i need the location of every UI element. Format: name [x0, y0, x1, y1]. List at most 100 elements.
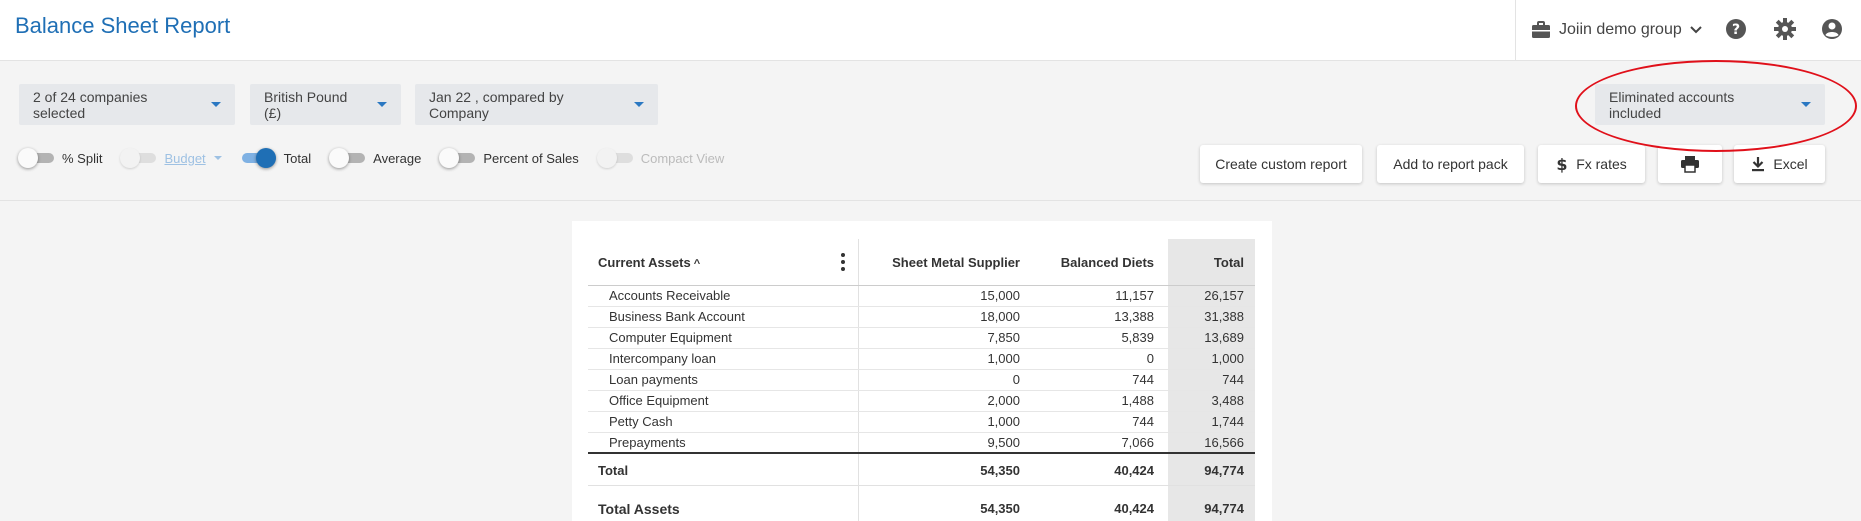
table-row[interactable]: Business Bank Account 18,000 13,388 31,3…: [588, 307, 1255, 328]
cell-value: 7,850: [987, 330, 1020, 345]
cell-value: 744: [1132, 372, 1154, 387]
briefcase-icon: [1532, 21, 1550, 38]
table-row[interactable]: Computer Equipment 7,850 5,839 13,689: [588, 328, 1255, 349]
cell-value: 94,774: [1204, 463, 1244, 478]
switch: [596, 148, 633, 168]
compact-view-label: Compact View: [640, 150, 725, 166]
group-label: Joiin demo group: [1559, 21, 1682, 38]
svg-text:?: ?: [1732, 22, 1740, 38]
budget-toggle[interactable]: Budget: [120, 148, 222, 168]
cell-value: 54,350: [980, 463, 1020, 478]
percent-of-sales-toggle[interactable]: Percent of Sales: [439, 148, 579, 168]
cell-value: 16,566: [1204, 435, 1244, 450]
add-to-report-pack-button[interactable]: Add to report pack: [1377, 145, 1524, 183]
create-custom-report-button[interactable]: Create custom report: [1200, 145, 1362, 183]
cell-value: 18,000: [980, 309, 1020, 324]
column-header: Balanced Diets: [1060, 255, 1154, 270]
cell-value: 1,000: [987, 414, 1020, 429]
split-toggle[interactable]: % Split: [18, 148, 102, 168]
total-row: Total 54,350 40,424 94,774: [588, 456, 1255, 486]
companies-dropdown[interactable]: 2 of 24 companies selected: [19, 84, 235, 125]
caret-down-icon: [1801, 102, 1811, 107]
cell-value: 15,000: [980, 288, 1020, 303]
total-label: Total: [283, 150, 312, 166]
fx-rates-button[interactable]: $ Fx rates: [1538, 145, 1645, 183]
gear-icon[interactable]: [1771, 15, 1799, 43]
table-row[interactable]: Loan payments 0 744 744: [588, 370, 1255, 391]
switch: [240, 148, 276, 168]
eliminated-accounts-dropdown[interactable]: Eliminated accounts included: [1595, 84, 1825, 125]
table-row[interactable]: Office Equipment 2,000 1,488 3,488: [588, 391, 1255, 412]
toggle-bar: % Split Budget Total Average Percent of …: [18, 143, 742, 173]
row-label: Loan payments: [609, 372, 698, 387]
cell-value: 13,388: [1114, 309, 1154, 324]
average-label: Average: [373, 150, 422, 166]
cell-value: 0: [1012, 372, 1020, 387]
cell-value: 1,744: [1211, 414, 1244, 429]
cell-value: 54,350: [980, 501, 1020, 516]
caret-down-icon: [211, 102, 221, 107]
caret-down-icon: [377, 102, 387, 107]
table-row[interactable]: Prepayments 9,500 7,066 16,566: [588, 433, 1255, 454]
chevron-down-icon: [1690, 26, 1702, 34]
top-bar: Balance Sheet Report Joiin demo group ?: [0, 0, 1861, 61]
cell-value: 94,774: [1204, 501, 1244, 516]
cell-value: 3,488: [1211, 393, 1244, 408]
switch: [120, 148, 157, 168]
table-header: Current Assets ^ Sheet Metal Supplier Bal…: [588, 239, 1255, 286]
currency-dropdown[interactable]: British Pound (£): [250, 84, 401, 125]
period-dropdown[interactable]: Jan 22 , compared by Company: [415, 84, 658, 125]
total-assets-row: Total Assets 54,350 40,424 94,774: [588, 497, 1255, 521]
column-header: Total: [1213, 255, 1244, 270]
row-label: Office Equipment: [609, 393, 709, 408]
total-label: Total: [598, 463, 629, 478]
cell-value: 40,424: [1114, 463, 1154, 478]
currency-label: British Pound (£): [264, 88, 348, 121]
budget-label[interactable]: Budget: [164, 151, 205, 166]
split-label: % Split: [62, 150, 103, 166]
average-toggle[interactable]: Average: [329, 148, 421, 168]
create-custom-report-label: Create custom report: [1215, 156, 1347, 172]
row-label: Intercompany loan: [609, 351, 716, 366]
print-button[interactable]: [1658, 145, 1722, 183]
row-label: Prepayments: [609, 435, 686, 450]
cell-value: 11,157: [1115, 288, 1154, 303]
cell-value: 1,000: [987, 351, 1020, 366]
fx-rates-label: Fx rates: [1576, 156, 1627, 172]
cell-value: 1,000: [1211, 351, 1244, 366]
page-title: Balance Sheet Report: [15, 13, 231, 38]
svg-text:$: $: [1557, 155, 1568, 173]
sort-ascending-icon: ^: [693, 258, 701, 270]
table-row[interactable]: Intercompany loan 1,000 0 1,000: [588, 349, 1255, 370]
row-label: Computer Equipment: [609, 330, 732, 345]
cell-value: 13,689: [1204, 330, 1244, 345]
filters-panel: 2 of 24 companies selected British Pound…: [0, 61, 1861, 201]
more-options-icon[interactable]: [837, 251, 849, 273]
cell-value: 31,388: [1204, 309, 1244, 324]
period-label: Jan 22 , compared by Company: [429, 88, 564, 121]
caret-down-icon: [634, 102, 644, 107]
excel-export-button[interactable]: Excel: [1734, 145, 1825, 183]
download-icon: [1752, 157, 1765, 172]
excel-label: Excel: [1773, 156, 1808, 172]
dollar-icon: $: [1557, 155, 1568, 173]
switch: [329, 148, 366, 168]
row-label: Petty Cash: [609, 414, 673, 429]
switch: [18, 148, 54, 168]
percent-of-sales-label: Percent of Sales: [483, 150, 579, 166]
account-icon[interactable]: [1818, 15, 1846, 43]
table-row[interactable]: Accounts Receivable 15,000 11,157 26,157: [588, 286, 1255, 307]
companies-label: 2 of 24 companies selected: [33, 88, 148, 121]
total-toggle[interactable]: Total: [240, 148, 311, 168]
caret-down-icon: [213, 156, 222, 160]
row-label: Business Bank Account: [609, 309, 745, 324]
section-title[interactable]: Current Assets ^: [598, 253, 700, 273]
compact-view-toggle[interactable]: Compact View: [596, 148, 725, 168]
help-icon[interactable]: ?: [1722, 15, 1750, 43]
cell-value: 1,488: [1121, 393, 1154, 408]
cell-value: 744: [1132, 414, 1154, 429]
group-selector[interactable]: Joiin demo group: [1531, 14, 1702, 46]
table-row[interactable]: Petty Cash 1,000 744 1,744: [588, 412, 1255, 433]
column-header: Sheet Metal Supplier: [892, 255, 1020, 270]
cell-value: 2,000: [987, 393, 1020, 408]
